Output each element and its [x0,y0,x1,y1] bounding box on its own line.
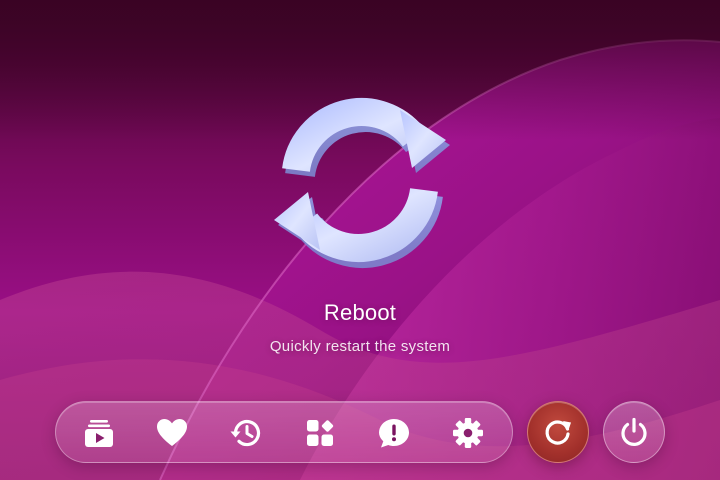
reboot-arrows-icon [274,98,450,268]
dock-item-feedback[interactable] [375,414,413,452]
playlist-play-icon [85,420,113,447]
gear-icon [453,418,483,448]
history-icon [230,419,261,447]
restart-icon [545,420,571,445]
dock-item-media[interactable] [80,414,118,452]
power-off-button[interactable] [603,401,665,463]
power-icon [621,417,647,446]
dock-item-apps[interactable] [301,414,339,452]
reboot-button[interactable] [527,401,589,463]
dock-bar [55,401,513,463]
heart-icon [157,419,187,446]
reboot-screen: Reboot Quickly restart the system [0,0,720,480]
feedback-alert-icon [379,419,409,448]
dock-item-favorites[interactable] [153,414,191,452]
apps-grid-icon [307,420,334,446]
page-title: Reboot [323,300,397,325]
dock-item-history[interactable] [227,414,265,452]
page-subtitle: Quickly restart the system [269,338,451,355]
dock-item-settings[interactable] [449,414,487,452]
